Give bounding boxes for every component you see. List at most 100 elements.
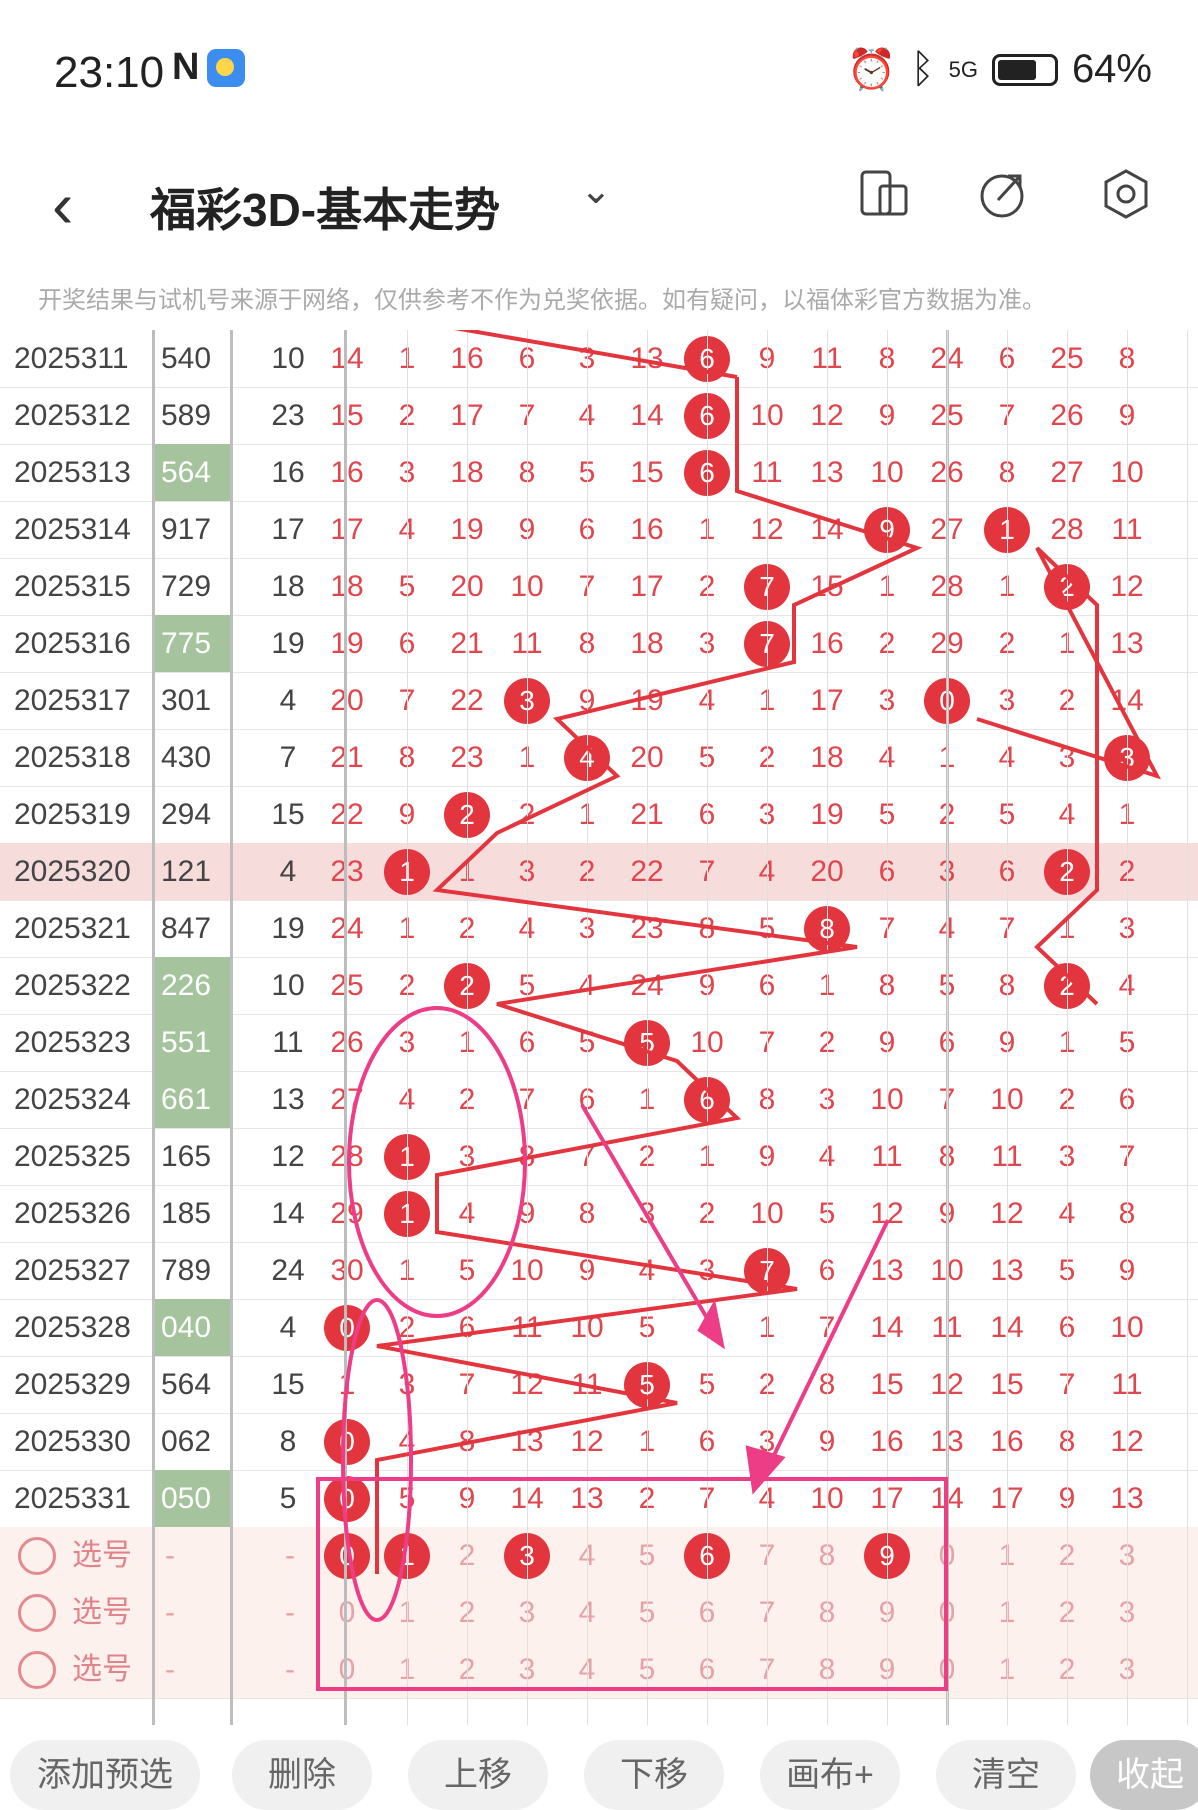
draw-number: 551 <box>155 1014 230 1071</box>
column-divider <box>344 330 347 1725</box>
table-row: 2025321847192412432385874713 <box>0 900 1198 958</box>
pick-dash: - <box>165 1596 175 1629</box>
issue-number: 2025318 <box>14 741 131 774</box>
digit-cell: 19 <box>330 627 364 660</box>
column-divider <box>230 330 233 1725</box>
pick-dash: - <box>285 1539 295 1572</box>
table-row: 20253295641513712115528151215711 <box>0 1356 1198 1414</box>
digit-cell: 15 <box>330 399 364 432</box>
column-divider <box>1187 330 1188 1725</box>
pick-label: 选号 <box>72 1596 132 1629</box>
pick-digit[interactable]: 0 <box>317 1584 377 1641</box>
issue-number: 2025329 <box>14 1368 131 1401</box>
draw-number: 294 <box>161 798 212 831</box>
hit-ball: 0 <box>324 1305 370 1351</box>
digit-cell: 16 <box>330 456 364 489</box>
collapse-button[interactable]: 收起 <box>1090 1740 1198 1810</box>
chevron-left-icon[interactable]: ‹ <box>52 168 73 242</box>
draw-number: 661 <box>155 1071 230 1128</box>
status-bar: 23:10 N ⏰ ᛒ 5G 64% <box>0 0 1198 150</box>
device-icon[interactable] <box>856 168 912 224</box>
action-bar: 添加预选 删除 上移 下移 画布+ 清空 收起 <box>0 1726 1198 1810</box>
issue-number: 2025317 <box>14 684 131 717</box>
digit-cell: 21 <box>330 741 364 774</box>
draw-number: 165 <box>161 1140 212 1173</box>
share-icon[interactable] <box>974 168 1030 224</box>
issue-number: 2025316 <box>14 627 131 660</box>
digit-cell: 20 <box>330 684 364 717</box>
column-divider <box>587 330 588 1725</box>
draw-number: 564 <box>155 444 230 501</box>
battery-icon <box>991 53 1058 86</box>
chevron-down-icon[interactable]: ⌄ <box>580 168 612 213</box>
digit-cell: 0 <box>317 1299 377 1356</box>
issue-number: 2025327 <box>14 1254 131 1287</box>
column-divider <box>527 330 528 1725</box>
table-row: 20253246611327427616831071026 <box>0 1071 1198 1129</box>
table-row: 20253184307218231420521841433 <box>0 729 1198 787</box>
table-row: 2025330062804813121639161316812 <box>0 1413 1198 1471</box>
radio-icon[interactable] <box>18 1594 56 1632</box>
table-row: 20253192941522922121631952541 <box>0 786 1198 844</box>
draw-number: 050 <box>155 1470 230 1527</box>
add-preselect-button[interactable]: 添加预选 <box>10 1740 200 1810</box>
selected-ball[interactable]: 0 <box>324 1533 370 1579</box>
digit-cell: 24 <box>330 912 364 945</box>
bluetooth-icon: ᛒ <box>910 47 935 91</box>
issue-number: 2025313 <box>14 456 131 489</box>
issue-number: 2025322 <box>14 969 131 1002</box>
table-row: 2025314917171741996161121492712811 <box>0 501 1198 559</box>
radio-icon[interactable] <box>18 1537 56 1575</box>
table-row: 2025320121423113222742063622 <box>0 843 1198 901</box>
pick-digit[interactable]: 0 <box>317 1527 377 1584</box>
digit-cell: 1 <box>338 1368 356 1401</box>
pick-row[interactable]: 选号--01234567890123 <box>0 1584 1198 1642</box>
column-divider <box>827 330 828 1725</box>
draw-number: 185 <box>161 1197 212 1230</box>
settings-icon[interactable] <box>1098 168 1154 224</box>
page-title[interactable]: 福彩3D-基本走势 <box>150 174 500 240</box>
issue-number: 2025328 <box>14 1311 131 1344</box>
digit-cell: 29 <box>330 1197 364 1230</box>
delete-button[interactable]: 删除 <box>232 1740 372 1810</box>
table-row: 2025323551112631655107296915 <box>0 1014 1198 1072</box>
pick-digit[interactable]: 0 <box>317 1641 377 1698</box>
hit-ball: 0 <box>324 1419 370 1465</box>
nfc-icon: N <box>172 46 200 88</box>
pick-row[interactable]: 选号--01234567890123 <box>0 1527 1198 1585</box>
issue-number: 2025320 <box>14 855 131 888</box>
issue-number: 2025324 <box>14 1083 131 1116</box>
move-up-button[interactable]: 上移 <box>408 1740 548 1810</box>
pick-dash: - <box>165 1653 175 1686</box>
clock: 23:10 <box>54 48 165 97</box>
issue-number: 2025326 <box>14 1197 131 1230</box>
draw-number: 301 <box>161 684 212 717</box>
pick-dash: - <box>285 1596 295 1629</box>
pick-row[interactable]: 选号--01234567890123 <box>0 1641 1198 1699</box>
hit-ball: 0 <box>324 1476 370 1522</box>
draw-number: 040 <box>155 1299 230 1356</box>
column-divider <box>152 330 155 1725</box>
draw-number: 062 <box>161 1425 212 1458</box>
table-row: 20253310505059141327410171417913 <box>0 1470 1198 1528</box>
table-row: 202531572918185201071727151281212 <box>0 558 1198 616</box>
draw-number: 430 <box>161 741 212 774</box>
issue-number: 2025314 <box>14 513 131 546</box>
table-row: 20253251651228138721941181137 <box>0 1128 1198 1186</box>
table-row: 202532618514291498321051291248 <box>0 1185 1198 1243</box>
column-divider <box>887 330 888 1725</box>
digit-cell: 30 <box>330 1254 364 1287</box>
column-divider <box>407 330 408 1725</box>
digit-cell: 22 <box>330 798 364 831</box>
column-divider <box>947 330 948 1725</box>
draw-number: 789 <box>161 1254 212 1287</box>
clear-button[interactable]: 清空 <box>936 1740 1076 1810</box>
move-down-button[interactable]: 下移 <box>584 1740 724 1810</box>
canvas-button[interactable]: 画布+ <box>760 1740 900 1810</box>
draw-number: 226 <box>155 957 230 1014</box>
column-divider <box>1007 330 1008 1725</box>
radio-icon[interactable] <box>18 1651 56 1689</box>
table-row: 202531258923152177414610129257269 <box>0 387 1198 445</box>
column-divider <box>1127 330 1128 1725</box>
column-divider <box>707 330 708 1725</box>
